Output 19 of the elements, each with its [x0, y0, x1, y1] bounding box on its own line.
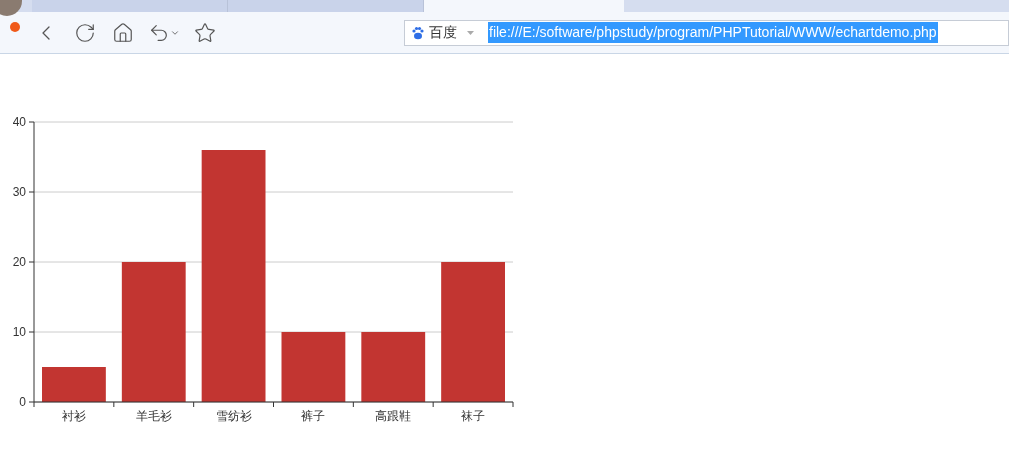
y-tick-label: 20: [12, 255, 26, 269]
y-tick-label: 30: [12, 185, 26, 199]
favorite-star-icon[interactable]: [194, 21, 216, 44]
paw-icon: [411, 25, 425, 40]
dropdown-caret-icon[interactable]: [467, 30, 474, 35]
home-icon[interactable]: [112, 21, 134, 44]
x-tick-label: 雪纺衫: [215, 409, 252, 423]
x-tick-label: 衬衫: [61, 409, 86, 423]
y-tick-label: 40: [12, 115, 26, 129]
x-tick-label: 高跟鞋: [375, 409, 412, 423]
address-field[interactable]: 百度 file:///E:/software/phpstudy/program/PHPTutorial/WWW/echartdemo.php: [404, 19, 1009, 46]
y-tick-label: 0: [19, 395, 26, 409]
url-text: file:///E:/software/phpstudy/program/PHPTutorial/WWW/echartdemo.php: [488, 22, 938, 43]
x-tick-label: 袜子: [461, 409, 486, 423]
reload-icon[interactable]: [74, 21, 96, 44]
search-engine-selector[interactable]: 百度: [405, 20, 480, 45]
x-tick-label: 裤子: [301, 409, 326, 423]
y-tick-label: 10: [12, 325, 26, 339]
x-tick-label: 羊毛衫: [135, 409, 172, 423]
